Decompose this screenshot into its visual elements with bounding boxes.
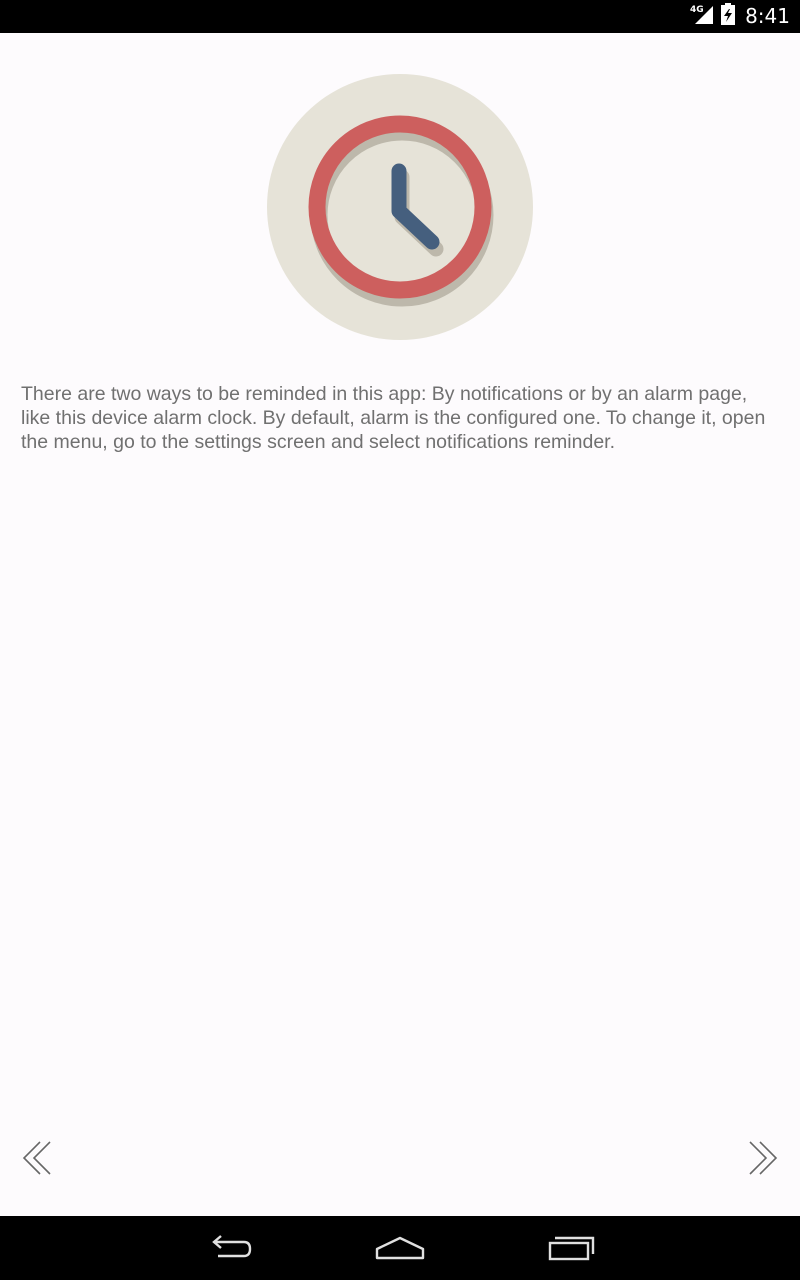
double-chevron-left-icon	[18, 1141, 58, 1182]
description-text: There are two ways to be reminded in thi…	[21, 383, 766, 453]
alarm-clock-icon	[266, 73, 534, 341]
back-icon	[202, 1235, 258, 1270]
back-button[interactable]	[202, 1230, 258, 1266]
home-icon	[372, 1236, 428, 1270]
next-page-button[interactable]	[742, 1138, 782, 1178]
network-type-label: 4G	[690, 5, 704, 15]
recents-icon	[543, 1236, 599, 1270]
status-icons: 4G 8:41	[689, 0, 790, 33]
status-time: 8:41	[745, 4, 790, 28]
status-bar: 4G 8:41	[0, 0, 800, 33]
previous-page-button[interactable]	[18, 1138, 58, 1178]
signal-icon: 4G	[689, 2, 715, 31]
tutorial-page: There are two ways to be reminded in thi…	[0, 33, 800, 1216]
battery-icon	[721, 3, 736, 30]
system-navigation-bar	[0, 1216, 800, 1280]
double-chevron-right-icon	[742, 1141, 782, 1182]
home-button[interactable]	[372, 1230, 428, 1266]
recents-button[interactable]	[543, 1230, 599, 1266]
